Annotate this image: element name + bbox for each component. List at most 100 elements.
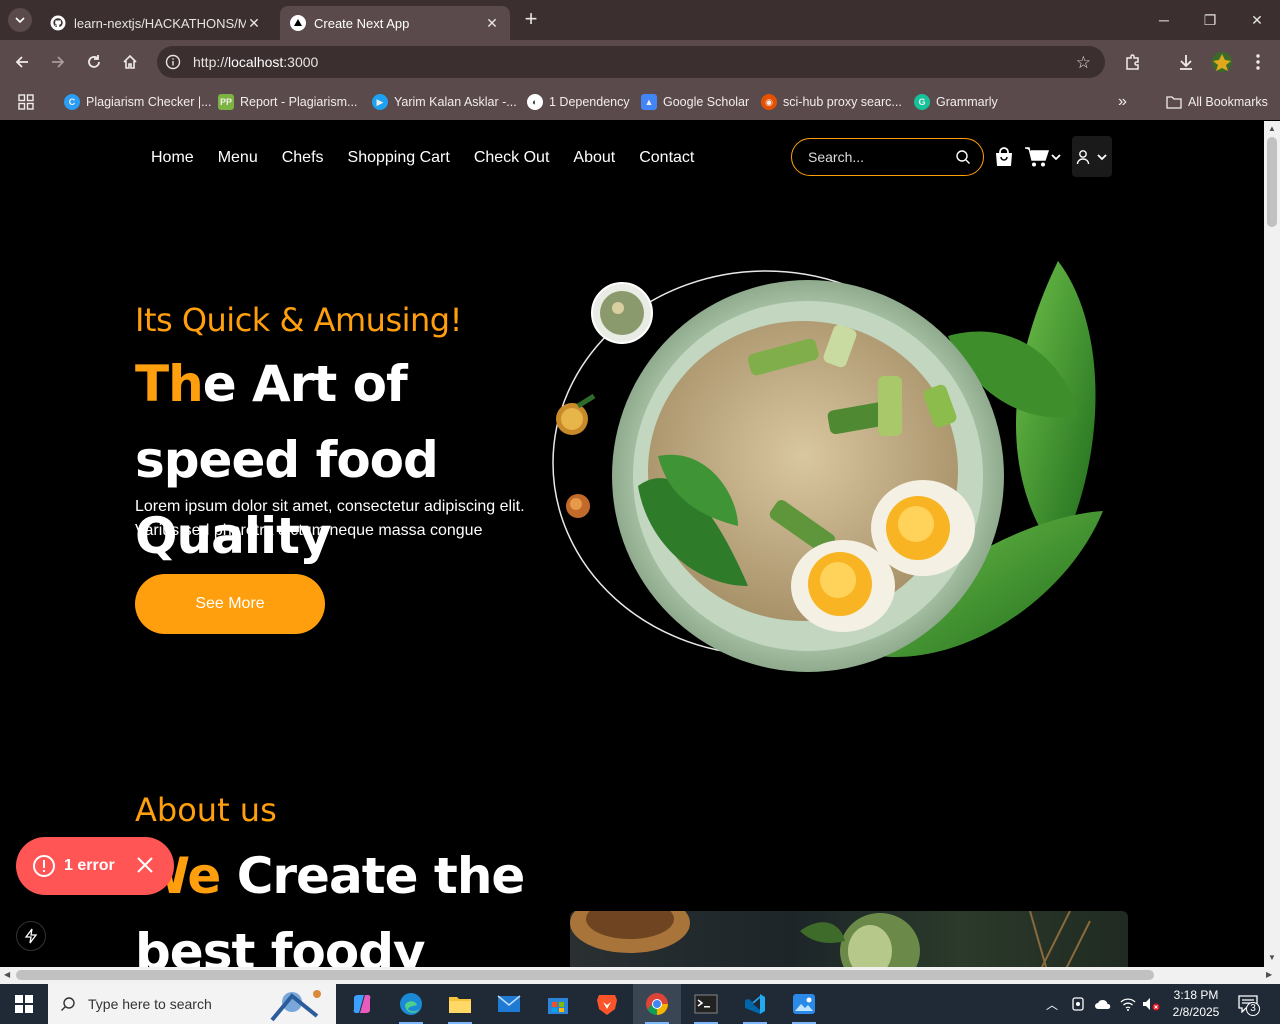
- notification-center-button[interactable]: 3: [1238, 984, 1260, 1024]
- github-icon: [50, 15, 66, 31]
- all-bookmarks-button[interactable]: All Bookmarks: [1166, 92, 1268, 112]
- vertical-scroll-thumb[interactable]: [1267, 137, 1277, 227]
- browser-tab-strip: learn-nextjs/HACKATHONS/Ma ✕ Create Next…: [0, 0, 1280, 40]
- volume-icon[interactable]: [1142, 984, 1160, 1024]
- new-tab-button[interactable]: +: [520, 8, 542, 31]
- shopping-bag-icon[interactable]: [993, 146, 1015, 168]
- browser-menu-button[interactable]: [1246, 50, 1270, 74]
- about-title: We Create the best foody: [135, 838, 555, 967]
- onedrive-icon[interactable]: [1094, 984, 1112, 1024]
- network-icon[interactable]: [1120, 984, 1136, 1024]
- site-search: [791, 138, 984, 176]
- bookmark-item[interactable]: PP Report - Plagiarism...: [218, 92, 357, 112]
- address-bar[interactable]: http://localhost:3000 ☆: [157, 46, 1105, 78]
- notification-count: 3: [1246, 1002, 1260, 1016]
- pp-icon: PP: [218, 94, 234, 110]
- scroll-down-arrow-icon[interactable]: ▼: [1268, 953, 1276, 962]
- taskbar-vscode[interactable]: [731, 984, 779, 1024]
- bookmark-item[interactable]: ▲ Google Scholar: [641, 92, 749, 112]
- browser-toolbar: http://localhost:3000 ☆: [0, 40, 1280, 84]
- nav-home[interactable]: Home: [151, 149, 194, 167]
- lightning-icon: [24, 928, 38, 944]
- restore-button[interactable]: ❐: [1198, 8, 1222, 32]
- search-input[interactable]: [808, 148, 948, 166]
- taskbar-store[interactable]: [534, 984, 582, 1024]
- close-tab-icon[interactable]: ✕: [484, 15, 500, 32]
- taskbar-clock[interactable]: 3:18 PM 2/8/2025: [1168, 987, 1224, 1021]
- arrow-left-icon: [15, 56, 28, 68]
- taskbar-file-explorer[interactable]: [436, 984, 484, 1024]
- taskbar-brave[interactable]: [583, 984, 631, 1024]
- scroll-left-arrow-icon[interactable]: ◀: [4, 970, 10, 979]
- nav-contact[interactable]: Contact: [639, 149, 694, 167]
- double-chevron-right-icon: »: [1118, 93, 1127, 110]
- plagiarism-checker-icon: C: [64, 94, 80, 110]
- site-nav: Home Menu Chefs Shopping Cart Check Out …: [151, 149, 694, 167]
- user-menu-button[interactable]: [1072, 136, 1112, 177]
- bookmark-item[interactable]: ▶ Yarim Kalan Asklar -...: [372, 92, 517, 112]
- bookmark-label: All Bookmarks: [1188, 95, 1268, 109]
- bookmark-label: Yarim Kalan Asklar -...: [394, 95, 517, 109]
- start-button[interactable]: [0, 984, 48, 1024]
- taskbar-terminal[interactable]: [682, 984, 730, 1024]
- cart-icon: [1025, 147, 1050, 167]
- nav-check-out[interactable]: Check Out: [474, 149, 550, 167]
- taskbar-search-box[interactable]: Type here to search: [48, 984, 336, 1024]
- nav-chefs[interactable]: Chefs: [282, 149, 324, 167]
- forward-button[interactable]: [46, 50, 70, 74]
- extensions-button[interactable]: [1121, 50, 1145, 74]
- close-tab-icon[interactable]: ✕: [246, 15, 262, 32]
- windows-taskbar: Type here to search ︿ 3:18 PM 2/8/2025 3: [0, 984, 1280, 1024]
- site-info-icon[interactable]: [165, 54, 181, 70]
- back-button[interactable]: [10, 50, 34, 74]
- taskbar-photos[interactable]: [780, 984, 828, 1024]
- speaker-muted-icon: [1143, 998, 1160, 1011]
- nextjs-devtools-button[interactable]: [16, 921, 46, 951]
- cloud-icon: [1095, 999, 1111, 1009]
- taskbar-edge[interactable]: [387, 984, 435, 1024]
- horizontal-scrollbar[interactable]: ◀ ▶: [0, 967, 1280, 984]
- cart-dropdown[interactable]: [1024, 146, 1064, 168]
- home-button[interactable]: [118, 50, 142, 74]
- downloads-button[interactable]: [1174, 50, 1198, 74]
- search-icon[interactable]: [955, 149, 971, 165]
- bookmark-item[interactable]: ◉ sci-hub proxy searc...: [761, 92, 902, 112]
- nav-menu[interactable]: Menu: [218, 149, 258, 167]
- horizontal-scroll-thumb[interactable]: [16, 970, 1154, 980]
- error-count-label: 1 error: [64, 857, 115, 874]
- show-hidden-icons-button[interactable]: ︿: [1046, 984, 1058, 1024]
- browser-tab-github[interactable]: learn-nextjs/HACKATHONS/Ma ✕: [40, 6, 272, 40]
- wifi-icon: [1120, 998, 1136, 1011]
- taskbar-copilot[interactable]: [338, 984, 386, 1024]
- apps-button[interactable]: [18, 92, 34, 112]
- bookmark-item[interactable]: G Grammarly: [914, 92, 998, 112]
- meet-now-icon[interactable]: [1071, 984, 1085, 1024]
- vertical-scrollbar[interactable]: ▲ ▼: [1264, 121, 1280, 967]
- minimize-button[interactable]: ─: [1152, 8, 1176, 32]
- profile-avatar[interactable]: [1210, 50, 1234, 74]
- browser-tab-active[interactable]: Create Next App ✕: [280, 6, 510, 40]
- close-icon[interactable]: [134, 854, 156, 876]
- taskbar-search-placeholder: Type here to search: [88, 996, 212, 1012]
- scroll-up-arrow-icon[interactable]: ▲: [1268, 124, 1276, 133]
- store-icon: [548, 998, 568, 1014]
- bookmark-label: Report - Plagiarism...: [240, 95, 358, 109]
- bookmarks-overflow-button[interactable]: »: [1118, 92, 1127, 112]
- nav-about[interactable]: About: [573, 149, 615, 167]
- close-window-button[interactable]: ✕: [1245, 8, 1269, 32]
- scroll-right-arrow-icon[interactable]: ▶: [1266, 970, 1272, 979]
- reload-button[interactable]: [82, 50, 106, 74]
- taskbar-chrome[interactable]: [633, 984, 681, 1024]
- bookmark-item[interactable]: C Plagiarism Checker |...: [64, 92, 212, 112]
- windows-logo-icon: [15, 995, 33, 1013]
- about-kicker: About us: [135, 791, 277, 829]
- see-more-button[interactable]: See More: [135, 574, 325, 634]
- bookmark-label: 1 Dependency: [549, 95, 630, 109]
- bookmark-star-icon[interactable]: ☆: [1076, 53, 1091, 73]
- page-viewport: Home Menu Chefs Shopping Cart Check Out …: [0, 121, 1264, 967]
- error-indicator[interactable]: 1 error: [16, 837, 174, 895]
- taskbar-mail[interactable]: [485, 984, 533, 1024]
- bookmark-item[interactable]: ◐ 1 Dependency: [527, 92, 630, 112]
- tab-search-button[interactable]: [8, 8, 32, 32]
- nav-shopping-cart[interactable]: Shopping Cart: [348, 149, 450, 167]
